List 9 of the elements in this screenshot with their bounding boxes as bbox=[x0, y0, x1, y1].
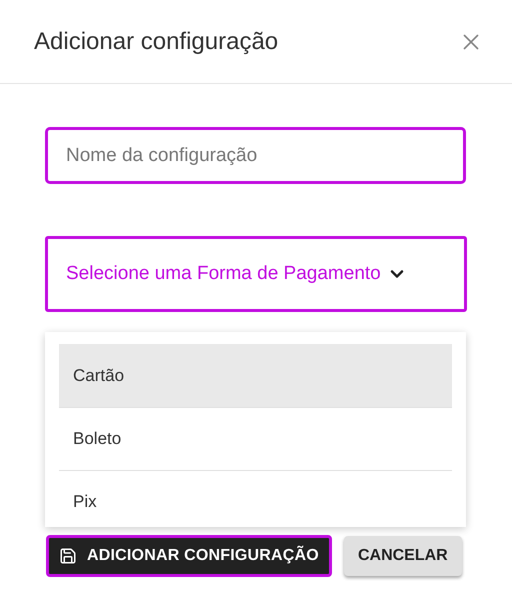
dropdown-option[interactable]: Pix bbox=[59, 470, 452, 527]
save-icon bbox=[59, 547, 77, 565]
dropdown-option[interactable]: Boleto bbox=[59, 407, 452, 470]
cancel-button[interactable]: CANCELAR bbox=[344, 536, 462, 576]
add-configuration-button[interactable]: ADICIONAR CONFIGURAÇÃO bbox=[46, 535, 332, 577]
payment-select[interactable]: Selecione uma Forma de Pagamento bbox=[45, 236, 467, 312]
dropdown-option[interactable]: Cartão bbox=[59, 344, 452, 407]
dialog-title: Adicionar configuração bbox=[34, 26, 278, 56]
name-field[interactable]: Nome da configuração bbox=[45, 127, 466, 184]
